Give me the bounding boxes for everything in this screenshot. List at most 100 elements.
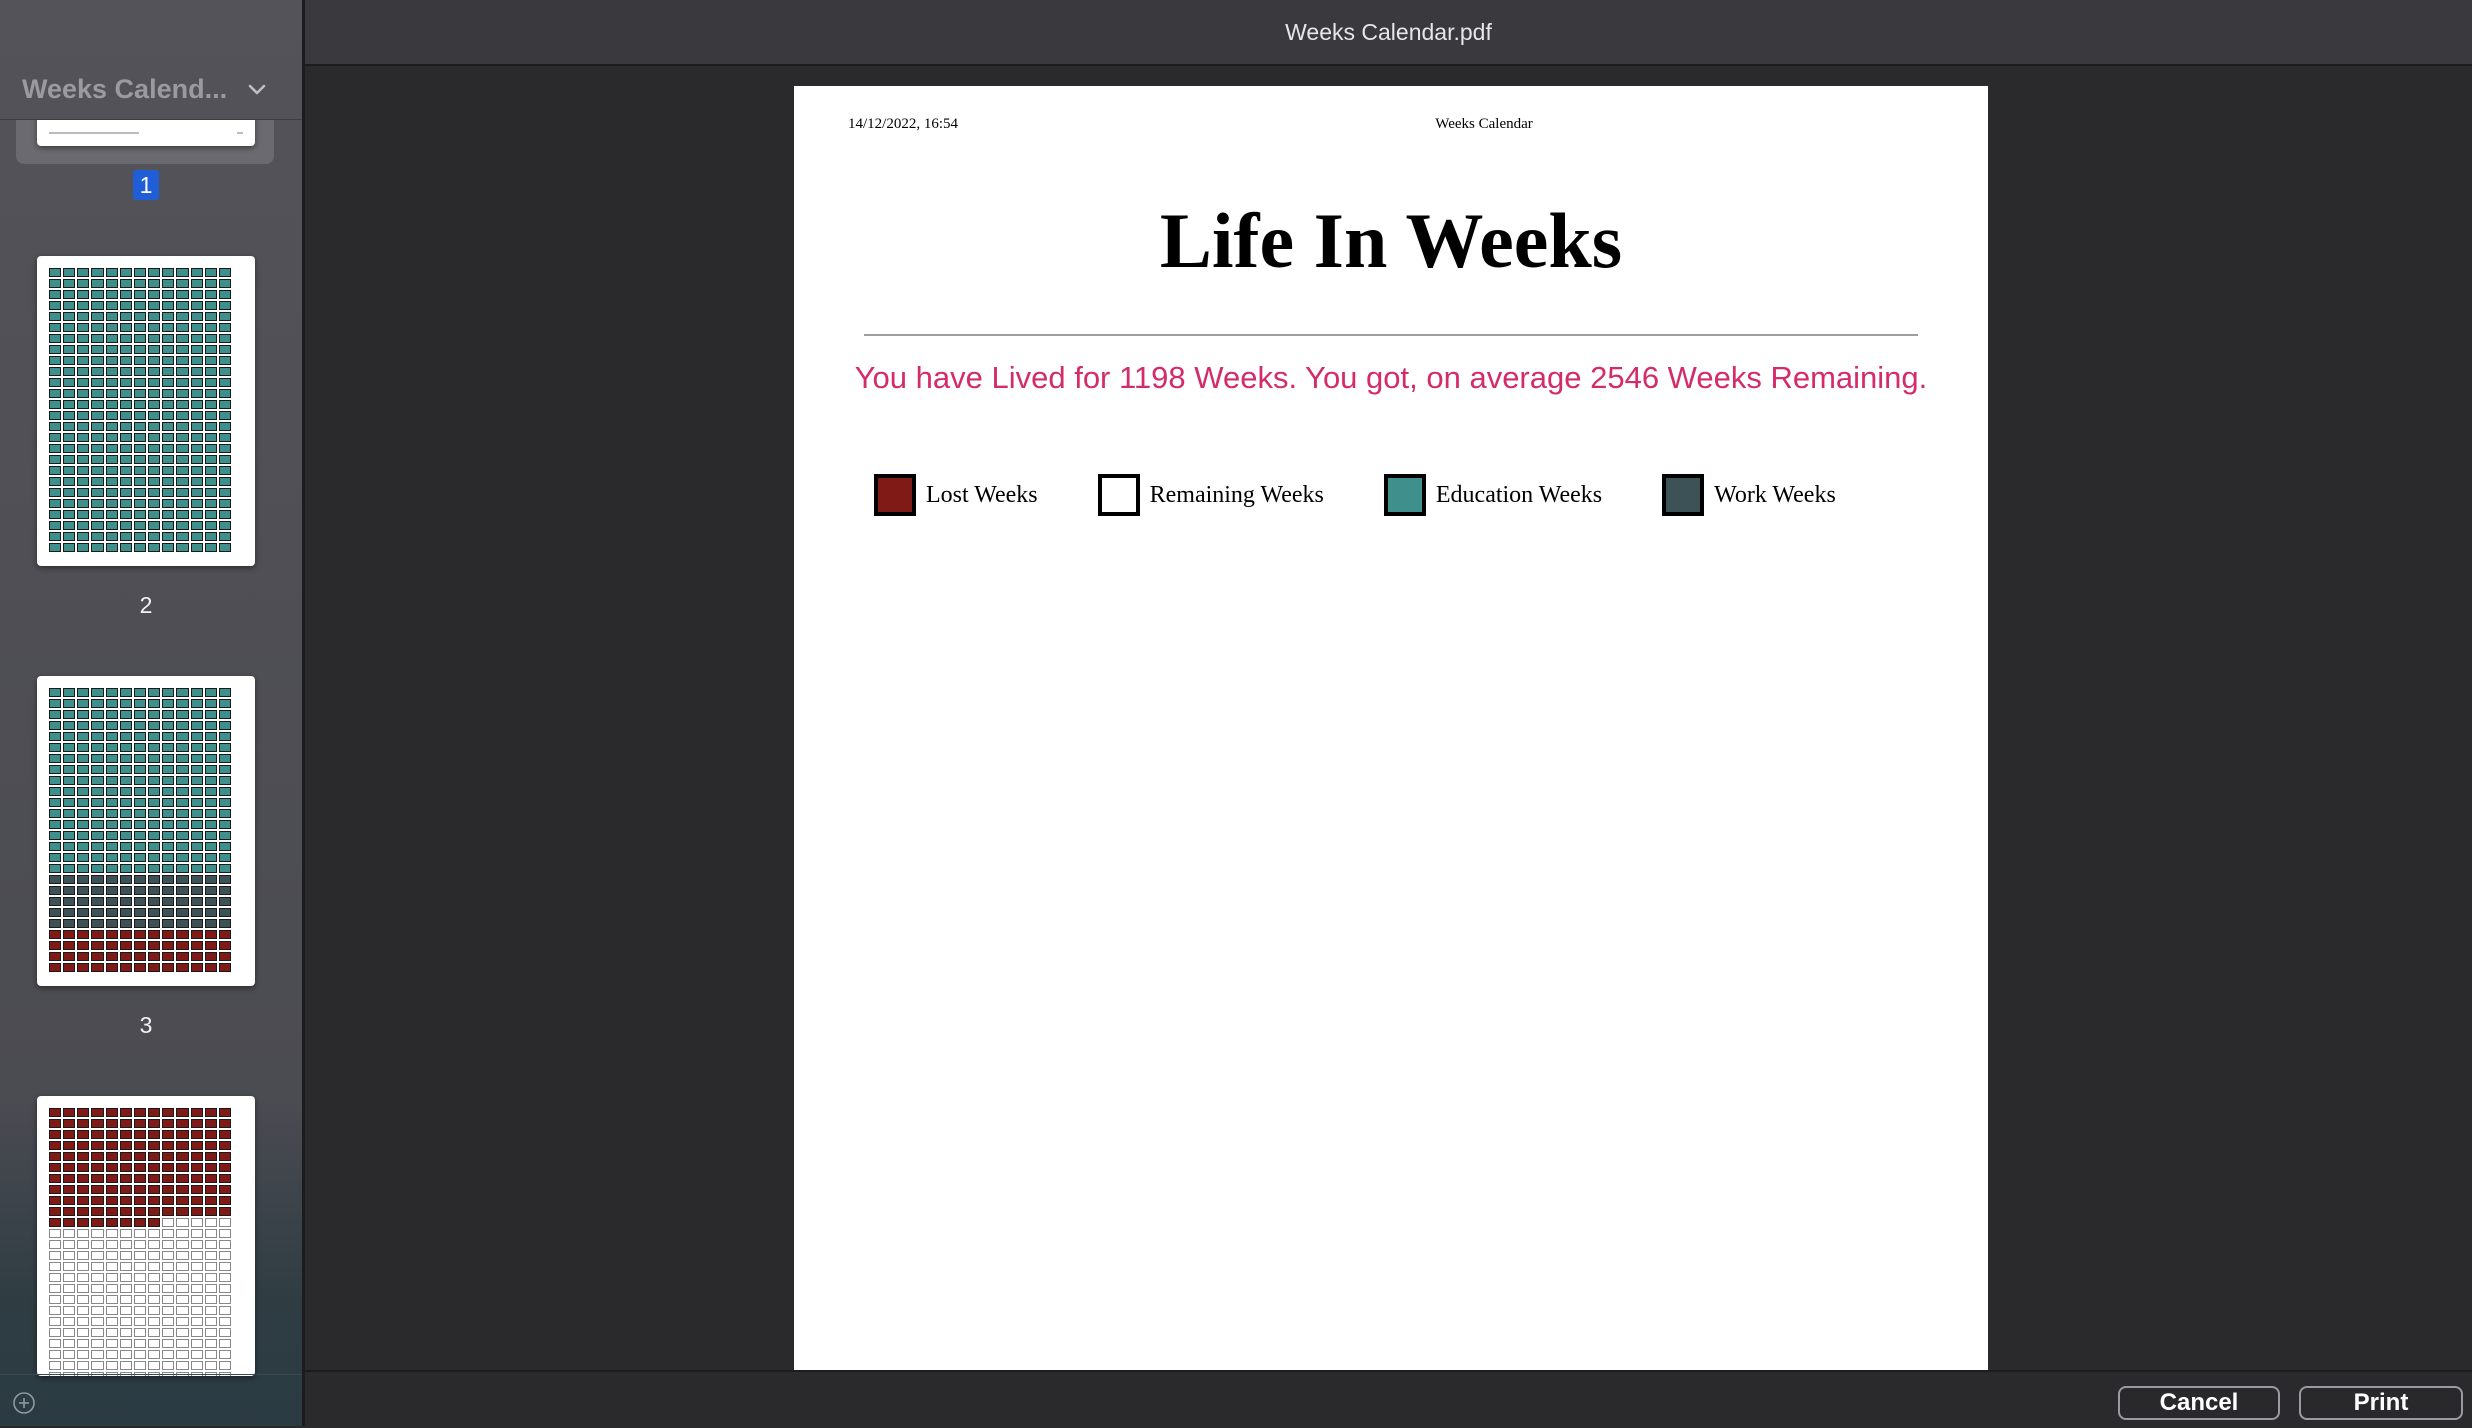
week-cell [49, 510, 62, 519]
week-cell [218, 1108, 231, 1117]
thumbnail-page-2[interactable] [16, 256, 274, 568]
week-cell [148, 1295, 161, 1304]
week-cell [190, 908, 203, 917]
chevron-down-icon[interactable] [247, 80, 267, 100]
week-cell [162, 864, 175, 873]
week-cell [119, 710, 132, 719]
week-cell [91, 743, 104, 752]
week-cell [63, 345, 76, 354]
week-cell [218, 510, 231, 519]
week-cell [218, 1273, 231, 1282]
week-cell [77, 1262, 90, 1271]
week-cell [91, 1207, 104, 1216]
week-cell [133, 466, 147, 475]
week-cell [77, 864, 90, 873]
week-cell [218, 798, 231, 807]
sidebar-divider [302, 0, 305, 1426]
week-cell [218, 809, 231, 818]
week-cell [77, 831, 90, 840]
week-cell [49, 809, 62, 818]
week-cell [119, 466, 132, 475]
week-cell [176, 356, 189, 365]
legend: Lost Weeks Remaining Weeks Education Wee… [874, 474, 1896, 516]
week-cell [91, 1152, 104, 1161]
week-cell [204, 1251, 217, 1260]
week-cell [176, 1141, 189, 1150]
week-cell [91, 1339, 104, 1348]
week-cell [105, 1163, 118, 1172]
week-cell [105, 1361, 118, 1370]
week-cell [77, 1306, 90, 1315]
week-cell [204, 1284, 217, 1293]
week-cell [176, 334, 189, 343]
week-cell [119, 301, 132, 310]
thumbnail-page-3[interactable] [16, 676, 274, 988]
print-button[interactable]: Print [2299, 1386, 2463, 1420]
week-cell [218, 290, 231, 299]
week-cell [162, 367, 175, 376]
week-cell [204, 1141, 217, 1150]
week-cell [119, 455, 132, 464]
week-cell [105, 356, 118, 365]
legend-swatch [874, 474, 916, 516]
week-cell [162, 908, 175, 917]
week-cell [63, 466, 76, 475]
week-cell [63, 1174, 76, 1183]
week-cell [204, 466, 217, 475]
week-cell [63, 268, 76, 277]
thumbnail-page-4[interactable] [16, 1096, 274, 1376]
week-cell [91, 1163, 104, 1172]
week-cell [204, 444, 217, 453]
week-cell [176, 732, 189, 741]
week-cell [162, 1262, 175, 1271]
week-cell [176, 389, 189, 398]
week-cell [91, 787, 104, 796]
week-cell [218, 1262, 231, 1271]
week-cell [91, 510, 104, 519]
week-cell [91, 699, 104, 708]
week-cell [218, 543, 231, 552]
week-cell [133, 875, 147, 884]
week-cell [190, 1174, 203, 1183]
week-cell [218, 455, 231, 464]
week-cell [204, 367, 217, 376]
week-cell [49, 323, 62, 332]
week-cell [176, 963, 189, 972]
week-cell [105, 1141, 118, 1150]
week-cell [162, 301, 175, 310]
week-cell [148, 963, 161, 972]
week-cell [176, 875, 189, 884]
cancel-button[interactable]: Cancel [2118, 1386, 2280, 1420]
week-cell [105, 809, 118, 818]
week-cell [148, 1152, 161, 1161]
week-cell [105, 1152, 118, 1161]
week-cell [63, 1284, 76, 1293]
week-cell [133, 732, 147, 741]
week-cell [162, 477, 175, 486]
week-cell [176, 367, 189, 376]
week-cell [204, 488, 217, 497]
week-cell [119, 1185, 132, 1194]
week-cell [148, 389, 161, 398]
add-page-icon[interactable] [12, 1391, 36, 1415]
week-cell [119, 1328, 132, 1337]
week-cell [218, 422, 231, 431]
week-cell [49, 1207, 62, 1216]
week-cell [148, 1163, 161, 1172]
week-cell [77, 1119, 90, 1128]
week-cell [148, 1273, 161, 1282]
week-cell [49, 1196, 62, 1205]
print-header-title: Weeks Calendar [1435, 116, 1533, 132]
week-cell [91, 809, 104, 818]
week-cell [63, 367, 76, 376]
week-cell [49, 1317, 62, 1326]
week-cell [162, 290, 175, 299]
week-cell [91, 831, 104, 840]
week-cell [218, 831, 231, 840]
sidebar-header[interactable]: Weeks Calend... [0, 60, 302, 120]
week-cell [49, 345, 62, 354]
week-cell [218, 1317, 231, 1326]
week-cell [105, 1317, 118, 1326]
week-cell [49, 521, 62, 530]
week-cell [63, 776, 76, 785]
